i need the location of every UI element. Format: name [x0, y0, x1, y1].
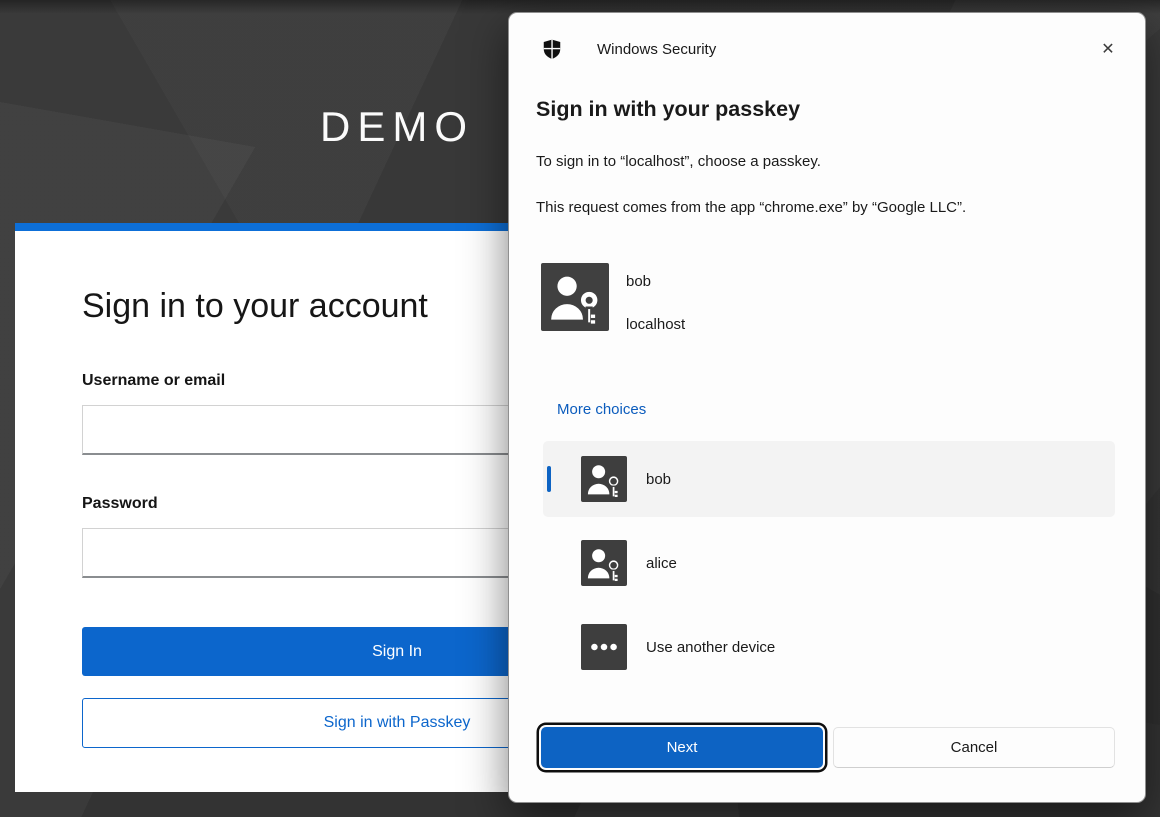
- choice-row-bob[interactable]: bob: [543, 441, 1115, 517]
- screen: DEMO Sign in to your account Username or…: [0, 0, 1160, 817]
- close-icon[interactable]: ✕: [1093, 35, 1123, 63]
- dialog-body-line1: To sign in to “localhost”, choose a pass…: [536, 153, 821, 170]
- ellipsis-icon: [581, 624, 627, 670]
- windows-security-dialog: Windows Security ✕ Sign in with your pas…: [508, 12, 1146, 803]
- choice-label: Use another device: [646, 609, 775, 685]
- passkey-user-icon: [581, 540, 627, 586]
- windows-defender-shield-icon: [541, 38, 563, 60]
- choice-label: bob: [646, 441, 671, 517]
- choice-label: alice: [646, 525, 677, 601]
- choice-row-use-another-device[interactable]: Use another device: [543, 609, 1115, 685]
- cancel-button[interactable]: Cancel: [833, 727, 1115, 768]
- dialog-body-line2: This request comes from the app “chrome.…: [536, 199, 966, 216]
- passkey-user-icon: [581, 456, 627, 502]
- dialog-heading: Sign in with your passkey: [536, 97, 800, 122]
- next-button[interactable]: Next: [541, 727, 823, 768]
- dialog-title: Windows Security: [597, 41, 716, 58]
- login-heading: Sign in to your account: [82, 287, 428, 326]
- selected-account-name: bob: [626, 273, 651, 290]
- username-label: Username or email: [82, 372, 225, 390]
- passkey-user-icon: [541, 263, 609, 331]
- password-label: Password: [82, 495, 158, 513]
- selection-indicator: [547, 466, 551, 492]
- more-choices-link[interactable]: More choices: [557, 401, 646, 418]
- choice-row-alice[interactable]: alice: [543, 525, 1115, 601]
- selected-account-domain: localhost: [626, 316, 685, 333]
